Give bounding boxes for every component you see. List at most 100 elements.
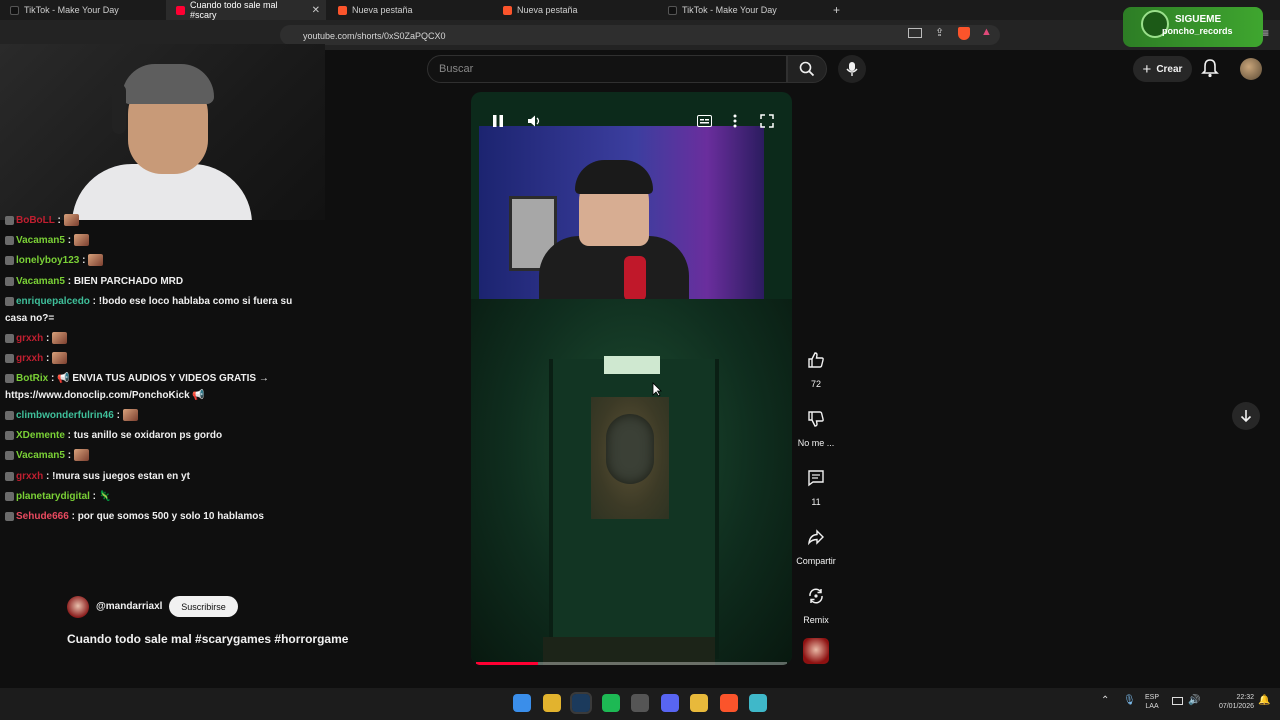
clock[interactable]: 22:32 07/01/2026 xyxy=(1210,693,1254,711)
url-text: youtube.com/shorts/0xS0ZaPQCX0 xyxy=(303,31,446,41)
comments-button[interactable] xyxy=(801,463,831,493)
chat-message: grxxh : !mura sus juegos estan en yt xyxy=(5,470,190,484)
next-short-button[interactable] xyxy=(1232,402,1260,430)
user-badge-icon xyxy=(5,235,14,245)
tab-youtube-active[interactable]: Cuando todo sale mal #scary ✕ xyxy=(166,0,326,20)
notifications-button[interactable] xyxy=(1201,58,1219,83)
tab-new-2[interactable]: Nueva pestaña xyxy=(493,0,658,20)
thumbs-down-icon xyxy=(808,411,824,427)
volume-tray-icon[interactable]: 🔊 xyxy=(1188,695,1200,706)
chat-text: https://www.donoclip.com/PonchoKick 📢 xyxy=(5,390,205,401)
chat-username[interactable]: Vacaman5 xyxy=(16,450,65,461)
tab-label: Nueva pestaña xyxy=(517,5,578,15)
steam-icon[interactable] xyxy=(570,692,592,714)
tab-new-1[interactable]: Nueva pestaña xyxy=(328,0,493,20)
remix-action[interactable]: Remix xyxy=(796,581,836,625)
more-options-button[interactable] xyxy=(726,112,744,130)
notification-center-icon[interactable]: 🔔 xyxy=(1258,695,1270,706)
share-action[interactable]: Compartir xyxy=(796,522,836,566)
subscribe-button[interactable]: Suscribirse xyxy=(169,596,238,617)
chat-message: casa no?= xyxy=(5,312,54,326)
close-tab-icon[interactable]: ✕ xyxy=(312,5,320,16)
comments-action[interactable]: 11 xyxy=(796,463,836,507)
obs-icon[interactable] xyxy=(631,694,649,712)
chat-username[interactable]: climbwonderfulrin46 xyxy=(16,410,114,421)
tab-tiktok-1[interactable]: TikTok - Make Your Day xyxy=(0,0,165,20)
chat-username[interactable]: BotRix xyxy=(16,373,48,384)
like-action[interactable]: 72 xyxy=(796,345,836,389)
spotify-icon[interactable] xyxy=(602,694,620,712)
tab-label: Cuando todo sale mal #scary xyxy=(190,0,278,20)
chat-emote-icon xyxy=(63,214,79,227)
discord-icon[interactable] xyxy=(661,694,679,712)
chat-separator: : xyxy=(64,450,74,461)
chat-username[interactable]: enriquepalcedo xyxy=(16,296,90,307)
mic-tray-icon[interactable]: 🎙 xyxy=(1123,695,1136,706)
file-explorer-icon[interactable] xyxy=(690,694,708,712)
create-label: Crear xyxy=(1156,63,1183,75)
user-badge-icon xyxy=(5,450,14,460)
captions-button[interactable] xyxy=(695,112,713,130)
language-indicator[interactable]: ESP LAA xyxy=(1145,693,1159,711)
chat-username[interactable]: grxxh xyxy=(16,471,43,482)
browser-tab-strip: TikTok - Make Your Day Cuando todo sale … xyxy=(0,0,1280,20)
chat-username[interactable]: Sehude666 xyxy=(16,511,69,522)
more-vertical-icon xyxy=(733,114,737,128)
chat-username[interactable]: planetarydigital xyxy=(16,491,90,502)
new-tab-button[interactable]: + xyxy=(823,0,847,20)
arrow-down-icon xyxy=(1240,410,1252,423)
thumbs-up-icon xyxy=(808,352,824,368)
search-button[interactable] xyxy=(787,55,827,83)
like-button[interactable] xyxy=(801,345,831,375)
brave-rewards-icon[interactable]: ▲ xyxy=(981,26,992,38)
chat-emote-icon xyxy=(122,409,138,422)
chat-message: grxxh : xyxy=(5,352,68,366)
chat-username[interactable]: grxxh xyxy=(16,353,43,364)
dislike-button[interactable] xyxy=(801,404,831,434)
menu-icon[interactable]: ≡ xyxy=(1262,26,1269,40)
chat-username[interactable]: lonelyboy123 xyxy=(16,255,79,266)
youtube-icon xyxy=(176,5,185,15)
search-input[interactable]: Buscar xyxy=(427,55,787,83)
chevron-up-icon[interactable]: ⌃ xyxy=(1101,695,1109,706)
voice-search-button[interactable] xyxy=(838,55,866,83)
creator-hair xyxy=(575,160,653,194)
chat-username[interactable]: Vacaman5 xyxy=(16,235,65,246)
channel-avatar[interactable] xyxy=(67,596,89,618)
pause-button[interactable] xyxy=(489,112,507,130)
chat-username[interactable]: grxxh xyxy=(16,333,43,344)
chat-message: grxxh : xyxy=(5,332,68,346)
progress-bar[interactable] xyxy=(476,662,787,665)
dislike-label: No me ... xyxy=(797,438,835,448)
floor-object xyxy=(543,637,715,665)
brave-shields-icon[interactable] xyxy=(958,27,970,40)
comment-icon xyxy=(808,470,824,487)
screen-cast-icon[interactable] xyxy=(908,28,922,38)
chrome-icon[interactable] xyxy=(543,694,561,712)
game-footage xyxy=(471,299,792,665)
app-icon[interactable] xyxy=(749,694,767,712)
windows-start-icon[interactable] xyxy=(513,694,531,712)
tab-tiktok-2[interactable]: TikTok - Make Your Day xyxy=(658,0,823,20)
chat-message: https://www.donoclip.com/PonchoKick 📢 xyxy=(5,389,205,403)
chat-username[interactable]: BoBoLL xyxy=(16,215,55,226)
shorts-player[interactable] xyxy=(471,92,792,665)
display-icon[interactable] xyxy=(1172,697,1183,705)
user-badge-icon xyxy=(5,215,14,225)
create-button[interactable]: + Crear xyxy=(1133,56,1192,82)
share-button[interactable] xyxy=(801,522,831,552)
user-avatar[interactable] xyxy=(1240,58,1262,80)
chat-message: Vacaman5 : BIEN PARCHADO MRD xyxy=(5,275,183,289)
chat-username[interactable]: XDemente xyxy=(16,430,65,441)
channel-thumbnail[interactable] xyxy=(803,638,829,664)
dislike-action[interactable]: No me ... xyxy=(796,404,836,448)
brave-icon[interactable] xyxy=(720,694,738,712)
tab-label: Nueva pestaña xyxy=(352,5,413,15)
volume-button[interactable] xyxy=(525,112,543,130)
fullscreen-button[interactable] xyxy=(758,112,776,130)
share-icon[interactable]: ⇪ xyxy=(935,26,944,39)
chat-username[interactable]: Vacaman5 xyxy=(16,276,65,287)
channel-name[interactable]: @mandarriaxl xyxy=(96,601,162,612)
remix-button[interactable] xyxy=(801,581,831,611)
user-badge-icon xyxy=(5,430,14,440)
